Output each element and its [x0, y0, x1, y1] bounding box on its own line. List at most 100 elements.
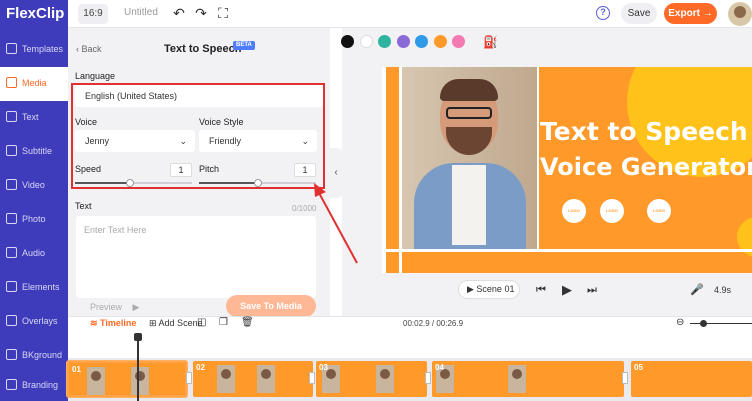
canvas-title-line2[interactable]: Voice Generator: [540, 153, 752, 181]
help-icon[interactable]: ?: [596, 6, 610, 20]
back-button[interactable]: ‹ Back: [76, 44, 102, 54]
sidebar-item-label: Audio: [22, 248, 46, 258]
timeline-label: Timeline: [100, 318, 137, 328]
redo-icon[interactable]: ↷: [193, 5, 209, 21]
text-placeholder: Enter Text Here: [84, 225, 147, 235]
scene-clip-01[interactable]: 01: [67, 361, 187, 397]
frame-bar: [537, 67, 539, 252]
fullscreen-icon[interactable]: ⛶: [215, 5, 231, 21]
character-counter: 0/1000: [292, 204, 317, 213]
sidebar-item-video[interactable]: Video: [0, 169, 68, 203]
sidebar-item-label: Overlays: [22, 316, 58, 326]
photo-tshirt: [452, 165, 486, 245]
sidebar-item-text[interactable]: Text: [0, 101, 68, 135]
top-bar: FlexClip 16:9 Untitled ↶ ↷ ⛶ ? Save Expo…: [0, 0, 752, 28]
video-preview-frame[interactable]: Text to Speech Voice Generator LOGO PLAC…: [382, 67, 752, 273]
scene-label: Scene 01: [476, 284, 515, 294]
clip-number: 01: [72, 365, 81, 374]
play-button[interactable]: ▶: [562, 283, 572, 297]
subtitle-icon: [6, 145, 17, 156]
clip-number: 05: [634, 363, 643, 372]
text-label: Text: [75, 201, 92, 211]
split-icon[interactable]: ◫: [197, 316, 206, 330]
clip-thumbnail: [217, 365, 235, 393]
presenter-photo[interactable]: [402, 67, 537, 249]
export-button[interactable]: Export →: [664, 3, 717, 24]
sidebar: Templates Media Text Subtitle Video Phot…: [0, 28, 68, 401]
transition-handle[interactable]: [622, 372, 628, 384]
logo-badge[interactable]: LOGO PLACE: [600, 199, 624, 237]
color-swatch[interactable]: [359, 35, 373, 48]
scene-clip-05[interactable]: 05: [631, 361, 752, 397]
zoom-out-icon[interactable]: ⊖: [676, 317, 684, 328]
collapse-panel-button[interactable]: ‹: [330, 148, 342, 198]
transition-handle[interactable]: [425, 372, 431, 384]
previous-icon[interactable]: ⏮: [536, 283, 546, 297]
play-icon: ▶: [467, 284, 477, 294]
sidebar-item-elements[interactable]: Elements: [0, 271, 68, 305]
avatar[interactable]: [728, 2, 752, 26]
sidebar-item-photo[interactable]: Photo: [0, 203, 68, 237]
zoom-control[interactable]: ⊖: [676, 317, 752, 328]
preview-label: Preview: [90, 302, 123, 312]
frame-bar: [382, 67, 386, 273]
sidebar-item-background[interactable]: BKground: [0, 339, 68, 373]
video-icon: [6, 179, 17, 190]
delete-icon[interactable]: 🗑: [241, 316, 254, 330]
color-swatch[interactable]: [396, 35, 410, 48]
save-to-media-button[interactable]: Save To Media: [226, 295, 316, 317]
photo-hair: [440, 79, 498, 101]
clip-thumbnail: [257, 365, 275, 393]
sidebar-item-label: Branding: [22, 380, 59, 390]
clip-thumbnail: [508, 365, 526, 393]
scene-selector[interactable]: ▶ Scene 01: [458, 280, 520, 299]
color-swatch[interactable]: [341, 35, 354, 48]
scene-clip-04[interactable]: 04: [432, 361, 624, 397]
duplicate-icon[interactable]: ❐: [219, 316, 228, 330]
project-title[interactable]: Untitled: [124, 7, 158, 18]
preview-button[interactable]: Preview ▶: [90, 302, 139, 313]
playhead[interactable]: [134, 333, 142, 401]
sidebar-item-branding[interactable]: Branding: [0, 369, 68, 401]
logo-text: FlexClip: [6, 5, 65, 22]
text-input[interactable]: Enter Text Here: [76, 216, 316, 298]
sidebar-item-label: BKground: [22, 350, 63, 360]
save-button[interactable]: Save: [621, 3, 657, 24]
zoom-handle[interactable]: [700, 320, 707, 327]
sidebar-item-subtitle[interactable]: Subtitle: [0, 135, 68, 169]
transition-handle[interactable]: [186, 372, 192, 384]
microphone-icon[interactable]: 🎤: [690, 283, 704, 297]
timeline-toggle[interactable]: ≋ Timeline: [90, 318, 136, 329]
canvas-title-line1[interactable]: Text to Speech: [540, 117, 748, 146]
sidebar-item-media[interactable]: Media: [0, 67, 68, 101]
branding-icon: [6, 379, 17, 390]
sidebar-item-overlays[interactable]: Overlays: [0, 305, 68, 339]
color-swatch[interactable]: [415, 35, 428, 48]
timeline-icon: ≋: [90, 318, 101, 328]
sidebar-item-templates[interactable]: Templates: [0, 33, 68, 67]
highlight-box: [71, 83, 325, 189]
frame-bar: [382, 249, 752, 252]
scene-clip-02[interactable]: 02: [193, 361, 313, 397]
app-logo[interactable]: FlexClip: [0, 0, 68, 28]
next-icon[interactable]: ⏭: [587, 283, 597, 297]
scene-duration: 4.9s: [714, 285, 732, 295]
logo-badge[interactable]: LOGO PLACE: [562, 199, 586, 237]
sidebar-item-label: Subtitle: [22, 146, 53, 156]
aspect-ratio-button[interactable]: 16:9: [78, 4, 108, 24]
color-swatch[interactable]: [378, 35, 391, 48]
logo-badge[interactable]: LOGO PLACE: [647, 199, 671, 237]
color-swatch[interactable]: [433, 35, 447, 48]
sidebar-item-audio[interactable]: Audio: [0, 237, 68, 271]
color-swatch[interactable]: [452, 35, 465, 48]
language-label: Language: [75, 71, 116, 81]
paint-bucket-icon[interactable]: ⛽: [483, 35, 498, 49]
text-icon: [6, 111, 17, 122]
transition-handle[interactable]: [309, 372, 315, 384]
scene-clip-03[interactable]: 03: [316, 361, 427, 397]
photo-icon: [6, 213, 17, 224]
beta-badge: BETA: [233, 41, 255, 50]
undo-icon[interactable]: ↶: [171, 5, 187, 21]
add-scene-button[interactable]: ⊞ Add Scene: [149, 318, 203, 329]
clip-thumbnail: [87, 367, 105, 395]
